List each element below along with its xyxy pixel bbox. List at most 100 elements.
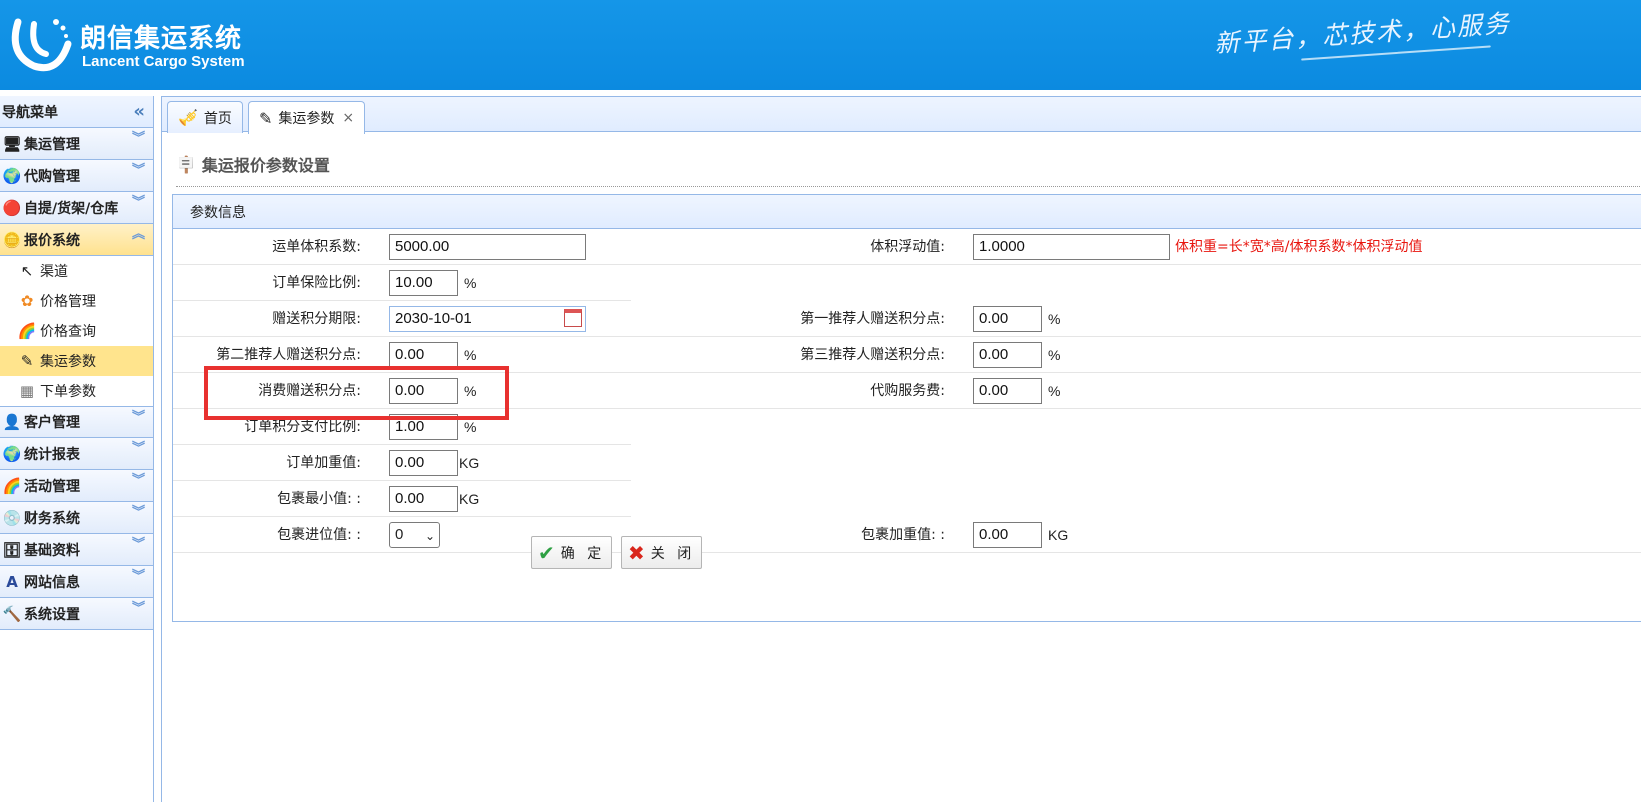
- sidebar-group-reports[interactable]: 🌍 统计报表 ︾: [0, 438, 153, 470]
- panel-title: 参数信息: [173, 195, 1641, 229]
- sidebar-group-consolidation[interactable]: 🖥 集运管理 ︾: [0, 128, 153, 160]
- rainbow-icon: 🌈: [17, 322, 37, 340]
- sidebar-item-price-query[interactable]: 🌈 价格查询: [0, 316, 153, 346]
- red-x-icon: ✖: [628, 540, 645, 565]
- tab-label: 首页: [203, 110, 232, 127]
- sidebar-group-finance[interactable]: 💿 财务系统 ︾: [0, 502, 153, 534]
- chevron-down-icon: ︾: [131, 505, 145, 520]
- app-header: 朗信集运系统 Lancent Cargo System 新平台，芯技术，心服务: [0, 0, 1641, 90]
- nav-title: 导航菜单 «: [0, 96, 153, 128]
- confirm-button[interactable]: ✔ 确 定: [531, 536, 613, 569]
- divider: [176, 186, 1641, 187]
- collapse-sidebar-icon[interactable]: «: [133, 101, 145, 122]
- sidebar-item-cargo-params[interactable]: ✎ 集运参数: [0, 346, 153, 376]
- stop-icon: 🔴: [2, 198, 22, 217]
- tab-cargo-params[interactable]: ✎ 集运参数 ×: [248, 101, 366, 134]
- form-row: 运单体积系数: 5000.00 体积浮动值: 1.0000 体积重=长*宽*高/…: [173, 229, 1641, 265]
- route-icon: ↖: [20, 262, 34, 280]
- referrer2-points-input[interactable]: 0.00: [389, 342, 458, 368]
- sidebar-group-label: 基础资料: [24, 542, 80, 559]
- app-title-en: Lancent Cargo System: [82, 53, 245, 70]
- form-row: 订单保险比例: 10.00 %: [173, 265, 631, 301]
- nav-title-label: 导航菜单: [2, 104, 58, 121]
- sidebar-group-label: 报价系统: [24, 232, 80, 249]
- sidebar-group-quotation[interactable]: 🪙 报价系统 ︽: [0, 224, 153, 256]
- form-row: 包裹最小值: : 0.00 KG: [173, 481, 631, 517]
- sidebar: 导航菜单 « 🖥 集运管理 ︾ 🌍 代购管理 ︾ 🔴 自提/货架/仓库 ︾ 🪙 …: [0, 96, 154, 802]
- sidebar-group-label: 代购管理: [24, 168, 80, 185]
- field-label: 订单保险比例:: [272, 275, 361, 291]
- tab-home[interactable]: 🎺 首页: [167, 101, 243, 133]
- coins-icon: 🪙: [2, 230, 22, 249]
- grid-icon: ▦: [19, 382, 35, 400]
- sidebar-group-label: 财务系统: [24, 510, 80, 527]
- sidebar-item-price-management[interactable]: ✿ 价格管理: [0, 286, 153, 316]
- sidebar-group-label: 集运管理: [24, 136, 80, 153]
- kg-unit: KG: [459, 455, 480, 471]
- main-content: 🎺 首页 ✎ 集运参数 × 🪧 集运报价参数设置 参数信息 运单体积系数: 50…: [161, 96, 1641, 802]
- lancent-logo-icon: [11, 18, 72, 72]
- sidebar-item-label: 集运参数: [40, 354, 96, 370]
- tab-bar: 🎺 首页 ✎ 集运参数 ×: [162, 96, 1641, 134]
- date-value: 2030-10-01: [395, 310, 472, 327]
- sidebar-group-label: 活动管理: [24, 478, 80, 495]
- sidebar-group-activities[interactable]: 🌈 活动管理 ︾: [0, 470, 153, 502]
- form-row: 订单加重值: 0.00 KG: [173, 445, 631, 481]
- sidebar-group-label: 客户管理: [24, 415, 80, 431]
- referrer1-points-input[interactable]: 0.00: [973, 306, 1042, 332]
- purchase-fee-input[interactable]: 0.00: [973, 378, 1042, 404]
- globe-icon: 🌍: [2, 166, 22, 185]
- sidebar-group-purchasing[interactable]: 🌍 代购管理 ︾: [0, 160, 153, 192]
- page-title-text: 集运报价参数设置: [201, 156, 330, 175]
- order-weight-input[interactable]: 0.00: [389, 450, 458, 476]
- flower-icon: ✿: [20, 292, 34, 310]
- parcel-step-select[interactable]: 0 ⌄: [389, 522, 440, 548]
- percent-unit: %: [1048, 383, 1061, 399]
- monitor-icon: 🖥: [2, 134, 22, 153]
- sidebar-item-label: 价格管理: [40, 294, 96, 310]
- parcel-min-input[interactable]: 0.00: [389, 486, 458, 512]
- field-label: 订单加重值:: [286, 455, 361, 471]
- chevron-down-icon: ︾: [131, 537, 145, 552]
- field-label: 包裹加重值: :: [861, 527, 945, 543]
- sidebar-group-label: 统计报表: [24, 446, 80, 463]
- sidebar-group-label: 自提/货架/仓库: [24, 200, 119, 217]
- chevron-up-icon: ︽: [131, 227, 145, 242]
- chevron-down-icon: ︾: [131, 601, 145, 616]
- percent-unit: %: [464, 275, 477, 291]
- volume-float-input[interactable]: 1.0000: [973, 234, 1170, 260]
- sidebar-group-website[interactable]: A 网站信息 ︾: [0, 566, 153, 598]
- database-icon: 🗄: [2, 540, 22, 559]
- sidebar-group-pickup[interactable]: 🔴 自提/货架/仓库 ︾: [0, 192, 153, 224]
- sidebar-item-label: 渠道: [40, 264, 68, 280]
- calendar-icon[interactable]: [564, 309, 582, 327]
- sidebar-group-label: 网站信息: [24, 574, 80, 591]
- chevron-down-icon: ︾: [131, 473, 145, 488]
- sidebar-group-customers[interactable]: 👤 客户管理 ︾: [0, 406, 153, 438]
- close-button[interactable]: ✖ 关 闭: [621, 536, 703, 569]
- volume-factor-input[interactable]: 5000.00: [389, 234, 586, 260]
- chevron-down-icon: ︾: [131, 163, 145, 178]
- highlight-box: [204, 366, 509, 420]
- insurance-ratio-input[interactable]: 10.00: [389, 270, 458, 296]
- sidebar-item-channel[interactable]: ↖ 渠道: [0, 256, 153, 286]
- home-tab-icon: 🎺: [178, 108, 198, 127]
- sidebar-group-settings[interactable]: 🔨 系统设置 ︾: [0, 598, 153, 630]
- parcel-weight-input[interactable]: 0.00: [973, 522, 1042, 548]
- field-label: 体积浮动值:: [870, 239, 945, 255]
- points-expiry-date-input[interactable]: 2030-10-01: [389, 306, 586, 332]
- field-label: 赠送积分期限:: [272, 311, 361, 327]
- button-label: 关 闭: [650, 545, 696, 562]
- sidebar-item-order-params[interactable]: ▦ 下单参数: [0, 376, 153, 406]
- referrer3-points-input[interactable]: 0.00: [973, 342, 1042, 368]
- form-row: 赠送积分期限: 2030-10-01 第一推荐人赠送积分点: 0.00 %: [173, 301, 1641, 337]
- pencil-icon: ✎: [20, 352, 34, 370]
- field-label: 包裹最小值: :: [277, 491, 361, 507]
- signpost-icon: 🪧: [176, 154, 196, 174]
- close-icon[interactable]: ×: [342, 110, 354, 126]
- field-label: 代购服务费:: [870, 383, 945, 399]
- volume-formula-hint: 体积重=长*宽*高/体积系数*体积浮动值: [1175, 239, 1423, 255]
- sidebar-group-basic-data[interactable]: 🗄 基础资料 ︾: [0, 534, 153, 566]
- percent-unit: %: [1048, 347, 1061, 363]
- kg-unit: KG: [1048, 527, 1069, 543]
